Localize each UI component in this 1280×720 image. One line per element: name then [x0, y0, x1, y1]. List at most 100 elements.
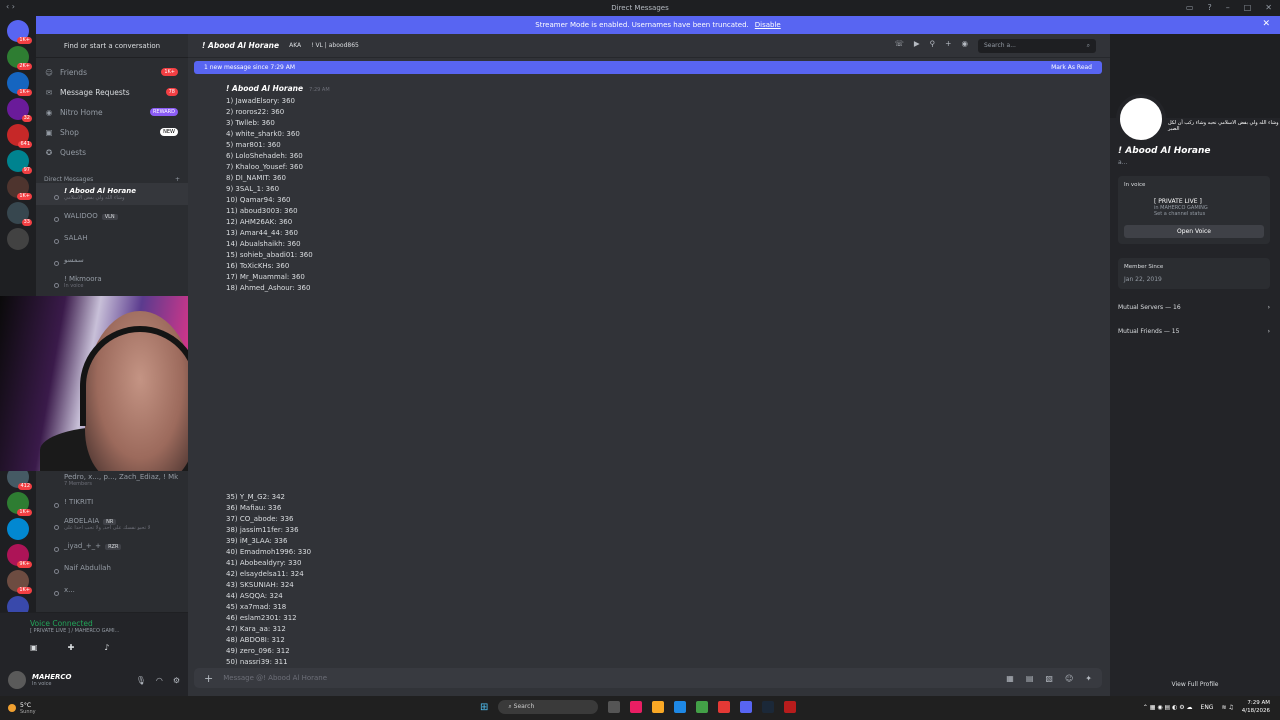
- chat-header: ! Abood Al Horane AKA ! VL | abood865 ☏ …: [188, 34, 1110, 58]
- dm-item[interactable]: ! Abood Al Horane وشاء الله ولي بفض الاسل…: [36, 183, 188, 205]
- dm-item[interactable]: ! Mkmoora In voice: [36, 271, 188, 293]
- dm-item[interactable]: Naif Abdullah: [36, 557, 188, 579]
- mutual-friends-row[interactable]: Mutual Friends — 15 ›: [1118, 328, 1270, 335]
- nav-message-requests[interactable]: ✉ Message Requests 78: [36, 82, 188, 102]
- mark-as-read-button[interactable]: Mark As Read: [1051, 64, 1092, 71]
- activity-icon[interactable]: ✚: [68, 643, 75, 652]
- app-icon[interactable]: [784, 701, 797, 713]
- message-line: [226, 349, 826, 360]
- taskbar-search[interactable]: ⌕ Search: [498, 700, 599, 714]
- server-icon[interactable]: 97: [7, 150, 32, 174]
- server-icon[interactable]: 9K+: [7, 544, 32, 568]
- server-icon[interactable]: 1K+: [7, 176, 32, 200]
- find-conversation-button[interactable]: Find or start a conversation: [36, 34, 188, 58]
- message-line: [226, 382, 826, 393]
- chrome-icon[interactable]: [718, 701, 731, 713]
- dm-item[interactable]: سمسو: [36, 249, 188, 271]
- explorer-icon[interactable]: [652, 701, 665, 713]
- message-author[interactable]: ! Abood Al Horane: [226, 84, 303, 93]
- minimize-button[interactable]: –: [1226, 3, 1230, 12]
- mic-icon[interactable]: 🎙: [136, 676, 146, 685]
- server-icon[interactable]: 2K+: [7, 46, 32, 70]
- wifi-icon[interactable]: ≋ ♫: [1221, 704, 1233, 711]
- server-icon[interactable]: 1K+: [7, 570, 32, 594]
- message-line: 47) Kara_aa: 312: [226, 625, 286, 633]
- task-view-icon[interactable]: [608, 701, 621, 713]
- video-icon[interactable]: ▣: [30, 643, 38, 652]
- server-icon[interactable]: [7, 228, 29, 250]
- tray-icons[interactable]: ⌃ ▦ ◉ ▤ ◐ ⚙ ☁: [1143, 704, 1193, 711]
- close-button[interactable]: ✕: [1265, 3, 1272, 12]
- nav-shop[interactable]: ▣ Shop NEW: [36, 122, 188, 142]
- composer-input[interactable]: Message @! Abood Al Horane: [223, 674, 327, 682]
- message-composer[interactable]: + Message @! Abood Al Horane ▦ ▤ ▧ ☺ ✦: [194, 668, 1102, 688]
- member-since-value: Jan 22, 2019: [1124, 276, 1162, 283]
- mutual-servers-row[interactable]: Mutual Servers — 16 ›: [1118, 304, 1270, 311]
- attach-icon[interactable]: +: [204, 672, 213, 685]
- gif-icon[interactable]: ▤: [1026, 674, 1034, 683]
- back-icon[interactable]: ‹ ›: [6, 2, 15, 11]
- server-icon[interactable]: 32: [7, 98, 32, 122]
- new-message-bar[interactable]: 1 new message since 7:29 AM Mark As Read: [194, 61, 1102, 74]
- disable-streamer-button[interactable]: Disable: [755, 21, 781, 29]
- voice-channel[interactable]: [ PRIVATE LIVE ] / MAHERCO GAMI...: [30, 628, 180, 634]
- maximize-button[interactable]: □: [1244, 3, 1252, 12]
- dm-item[interactable]: ABOELAIA NR لا تحبو نفسك على احد, ولا تحب …: [36, 513, 188, 535]
- sticker-icon[interactable]: ▧: [1045, 674, 1053, 683]
- gear-icon[interactable]: ⚙: [173, 676, 180, 685]
- dm-item[interactable]: ! TIKRITI: [36, 491, 188, 513]
- discord-icon[interactable]: [740, 701, 753, 713]
- pin-icon[interactable]: ⚲: [930, 39, 936, 53]
- member-since-label: Member Since: [1124, 264, 1164, 270]
- app-icon[interactable]: [696, 701, 709, 713]
- message-line: 10) Qamar94: 360: [226, 196, 291, 204]
- headphones-icon[interactable]: ◠: [156, 676, 163, 685]
- nav-nitro-home[interactable]: ◉ Nitro Home REWARD: [36, 102, 188, 122]
- avatar[interactable]: [8, 671, 26, 689]
- soundboard-icon[interactable]: ♪: [104, 643, 109, 652]
- server-icon[interactable]: 1K+: [7, 72, 32, 96]
- nav-friends[interactable]: ☺ Friends 1K+: [36, 62, 188, 82]
- close-icon[interactable]: ✕: [1262, 19, 1270, 29]
- server-icon[interactable]: 641: [7, 124, 32, 148]
- chevron-right-icon: ›: [1267, 304, 1270, 311]
- emoji-icon[interactable]: ☺: [1065, 674, 1073, 683]
- clock[interactable]: 7:29 AM 4/18/2026: [1242, 699, 1270, 715]
- help-icon[interactable]: ?: [1207, 3, 1211, 12]
- server-icon[interactable]: 33: [7, 202, 32, 226]
- inbox-icon[interactable]: ▭: [1186, 3, 1194, 12]
- add-friend-icon[interactable]: +: [945, 39, 951, 53]
- view-full-profile-button[interactable]: View Full Profile: [1110, 681, 1280, 688]
- message-line: 18) Ahmed_Ashour: 360: [226, 284, 311, 292]
- message-line: [226, 294, 826, 305]
- language-indicator[interactable]: ENG: [1201, 704, 1214, 711]
- gift-icon[interactable]: ▦: [1006, 674, 1014, 683]
- server-icon[interactable]: 1K+: [7, 492, 32, 516]
- system-tray: ⌃ ▦ ◉ ▤ ◐ ⚙ ☁ ENG ≋ ♫ 7:29 AM 4/18/2026: [1143, 699, 1270, 715]
- apps-icon[interactable]: ✦: [1085, 674, 1092, 683]
- dm-group-item[interactable]: Pedro, x..., p..., Zach_Ediaz, ! Mk 7 Mem…: [36, 469, 188, 491]
- message-line: [226, 393, 826, 404]
- dm-item[interactable]: WALIDOO VLN: [36, 205, 188, 227]
- friends-icon: ☺: [45, 67, 53, 77]
- app-icon[interactable]: [630, 701, 643, 713]
- message-line: [226, 327, 826, 338]
- server-icon[interactable]: [7, 518, 29, 540]
- search-input[interactable]: Search a... ⌕: [978, 38, 1096, 53]
- weather-widget[interactable]: 5°C Sunny: [8, 702, 36, 715]
- dm-item[interactable]: _iyad_+_+ RZR: [36, 535, 188, 557]
- message-line: 38) jassim11fer: 336: [226, 526, 299, 534]
- video-call-icon[interactable]: ▶: [914, 39, 920, 53]
- start-button[interactable]: ⊞: [480, 702, 488, 713]
- nav-quests[interactable]: ✪ Quests: [36, 142, 188, 162]
- call-icon[interactable]: ☏: [894, 39, 903, 53]
- open-voice-button[interactable]: Open Voice: [1124, 225, 1264, 238]
- profile-avatar[interactable]: [1116, 94, 1166, 144]
- dm-item[interactable]: SALAH: [36, 227, 188, 249]
- edge-icon[interactable]: [674, 701, 687, 713]
- profile-icon[interactable]: ◉: [961, 39, 968, 53]
- steam-icon[interactable]: [762, 701, 775, 713]
- add-dm-icon[interactable]: +: [175, 176, 180, 183]
- dm-item[interactable]: x...: [36, 579, 188, 601]
- home-button[interactable]: 1K+: [7, 20, 32, 44]
